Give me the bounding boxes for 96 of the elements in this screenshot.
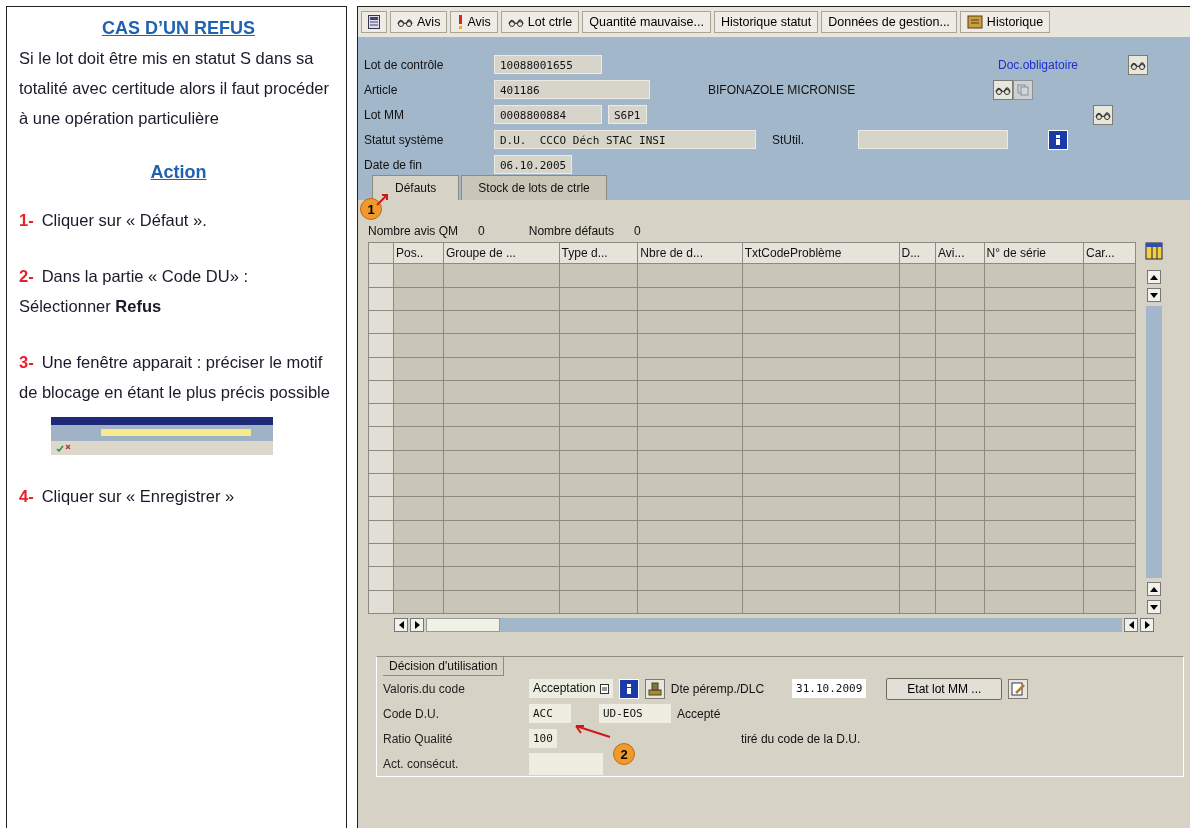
batch-status-button[interactable]: Etat lot MM ... [886, 677, 1003, 700]
right-arrow-icon [414, 621, 420, 629]
intro-paragraph: Si le lot doit être mis en statut S dans sa totalité avec certitude alors il faut procéder à une opération particulière [19, 48, 330, 129]
scroll-up-button[interactable] [1147, 582, 1161, 596]
left-arrow-icon [1128, 621, 1134, 629]
copy-icon [1017, 83, 1030, 96]
follow-up-field[interactable] [529, 752, 603, 775]
glasses-icon [507, 16, 524, 28]
page-title: CAS D’UN REFUS [101, 17, 256, 40]
valuation-dropdown[interactable]: Acceptation [529, 679, 613, 698]
step-text: 4- Cliquer sur « Enregistrer » [19, 486, 236, 507]
scroll-down-button[interactable] [1147, 288, 1161, 302]
column-header[interactable]: Groupe de ... [443, 242, 560, 264]
down-arrow-icon [1150, 604, 1158, 610]
left-arrow-icon [398, 621, 404, 629]
step-text: 1- Cliquer sur « Défaut ». [19, 210, 208, 231]
step-text: 3- Une fenêtre apparait : préciser le motif de blocage en étant le plus précis possible [19, 352, 331, 403]
scrollbar-track[interactable] [1146, 306, 1162, 578]
code-field[interactable]: ACC [529, 704, 571, 723]
step-marker: 1 [360, 198, 382, 220]
stamp-button[interactable] [644, 678, 665, 699]
code-group-field: UD-EOS [599, 704, 671, 723]
scroll-left-button[interactable] [394, 618, 408, 632]
edit-button[interactable] [1008, 678, 1029, 699]
lot-field: 10088001655 [494, 55, 602, 74]
field-label: Dte péremp./DLC [670, 681, 765, 696]
toolbar-button[interactable]: Avis [450, 11, 498, 33]
field-label: Lot de contrôle [364, 57, 445, 72]
count-value: 0 [634, 224, 641, 238]
column-header[interactable]: TxtCodeProblème [742, 242, 900, 264]
info-button[interactable] [618, 678, 639, 699]
code-description: Accepté [677, 706, 721, 721]
dropdown-icon[interactable] [599, 683, 609, 694]
toolbar-button[interactable]: Avis [390, 11, 448, 33]
glasses-icon [397, 16, 413, 28]
toolbar-button[interactable]: Historique statut [713, 11, 819, 33]
display-button[interactable] [1092, 104, 1113, 125]
scroll-down-button[interactable] [1147, 600, 1161, 614]
up-arrow-icon [1150, 586, 1158, 592]
scroll-right-button[interactable] [1140, 618, 1154, 632]
info-button[interactable] [1048, 129, 1068, 150]
column-header[interactable]: Nbre de d... [637, 242, 743, 264]
count-label: Nombre avis QM [368, 224, 459, 238]
field-label: Code D.U. [383, 706, 441, 721]
column-header[interactable]: Car... [1083, 242, 1136, 264]
field-label: StUtil. [772, 132, 805, 147]
count-value: 0 [478, 224, 485, 238]
display-button[interactable] [993, 79, 1014, 100]
toolbar-button[interactable]: Lot ctrle [500, 11, 580, 33]
toolbar-button[interactable]: Données de gestion... [821, 11, 957, 33]
right-arrow-icon [1144, 621, 1150, 629]
field-label: Lot MM [364, 107, 405, 122]
step-marker: 2 [613, 743, 635, 765]
group-title: Décision d'utilisation [383, 657, 505, 676]
field-label: Date de fin [364, 157, 424, 172]
scroll-right-button[interactable] [410, 618, 424, 632]
field-label: Statut système [364, 132, 445, 147]
column-header[interactable]: D... [899, 242, 936, 264]
end-date-field: 06.10.2005 [494, 155, 573, 174]
status-field: D.U. CCCO Déch STAC INSI [494, 130, 756, 149]
field-label: Ratio Qualité [383, 731, 454, 746]
toolbar-button[interactable]: Historique [959, 11, 1051, 33]
field-label: Article [364, 82, 399, 97]
column-header[interactable]: N° de série [984, 242, 1084, 264]
expiry-date-field[interactable]: 31.10.2009 [792, 679, 867, 698]
action-heading: Action [149, 161, 208, 184]
article-field: 401186 [494, 80, 650, 99]
pointer-arrow [376, 192, 390, 206]
ratio-note: tiré du code de la D.U. [740, 731, 861, 746]
step-text: 2- Dans la partie « Code DU» : Sélectionner Refus [19, 266, 250, 317]
tab[interactable]: Stock de lots de ctrle [461, 175, 607, 200]
batch-field: 0008800884 [494, 105, 602, 124]
quality-ratio-field: 100 [529, 729, 557, 748]
column-header[interactable]: Pos.. [393, 242, 444, 264]
display-button[interactable] [1128, 54, 1149, 75]
horizontal-scrollbar[interactable] [426, 618, 1122, 632]
plant-field: S6P1 [608, 105, 647, 124]
down-arrow-icon [1150, 292, 1158, 298]
stamp-icon [647, 681, 662, 696]
exclamation-icon [457, 15, 464, 29]
info-icon [1053, 133, 1063, 146]
field-label: Valoris.du code [383, 681, 466, 696]
article-description: BIFONAZOLE MICRONISE [708, 82, 856, 97]
toolbar-button[interactable]: Quantité mauvaise... [582, 11, 711, 33]
toolbar-button[interactable] [361, 11, 387, 33]
field-label: Act. consécut. [383, 756, 460, 771]
edit-icon [1011, 681, 1026, 696]
tab[interactable]: Défauts [372, 175, 460, 200]
column-header[interactable]: Avi... [935, 242, 985, 264]
count-label: Nombre défauts [528, 224, 615, 238]
up-arrow-icon [1150, 274, 1158, 280]
layout-icon[interactable] [1145, 242, 1163, 260]
scroll-up-button[interactable] [1147, 270, 1161, 284]
doc-link[interactable]: Doc.obligatoire [998, 57, 1079, 72]
column-header[interactable]: Type d... [559, 242, 638, 264]
scroll-left-button[interactable] [1124, 618, 1138, 632]
